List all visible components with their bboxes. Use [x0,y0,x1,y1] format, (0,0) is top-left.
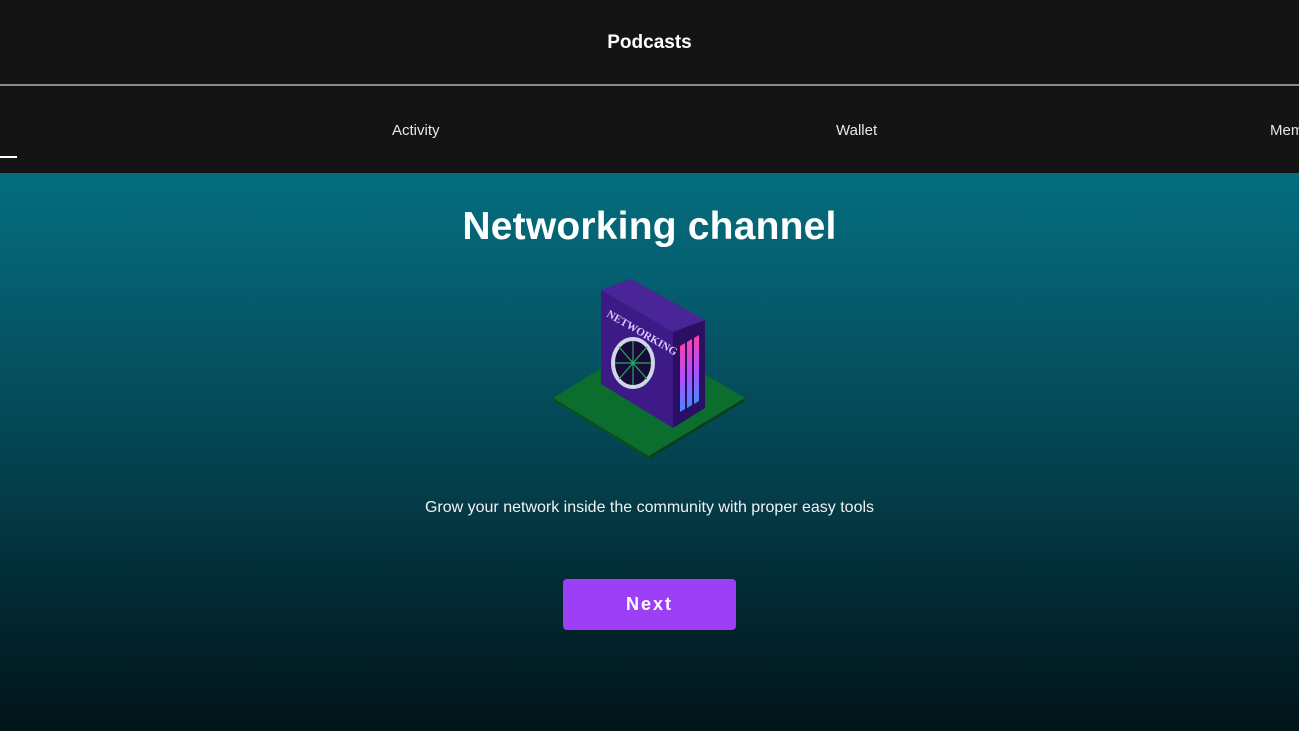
light-strip [680,343,685,412]
page-title: Podcasts [607,32,692,53]
app-window: Podcasts Activity Wallet Mem Networking … [0,0,1299,731]
top-header: Podcasts [0,0,1299,86]
next-button[interactable]: Next [563,579,736,630]
active-tab-indicator [0,156,17,158]
light-strip [687,339,692,408]
onboarding-panel: Networking channel NETWORKING Grow your … [0,173,1299,731]
onboarding-heading: Networking channel [462,205,837,248]
networking-illustration: NETWORKING [549,276,749,461]
tab-activity[interactable]: Activity [392,122,440,139]
tab-wallet[interactable]: Wallet [836,122,877,139]
tab-bar: Activity Wallet Mem [0,86,1299,173]
networking-server-icon: NETWORKING [553,279,745,459]
light-strip [694,335,699,404]
onboarding-description: Grow your network inside the community w… [424,499,875,516]
tab-members[interactable]: Mem [1270,122,1299,139]
